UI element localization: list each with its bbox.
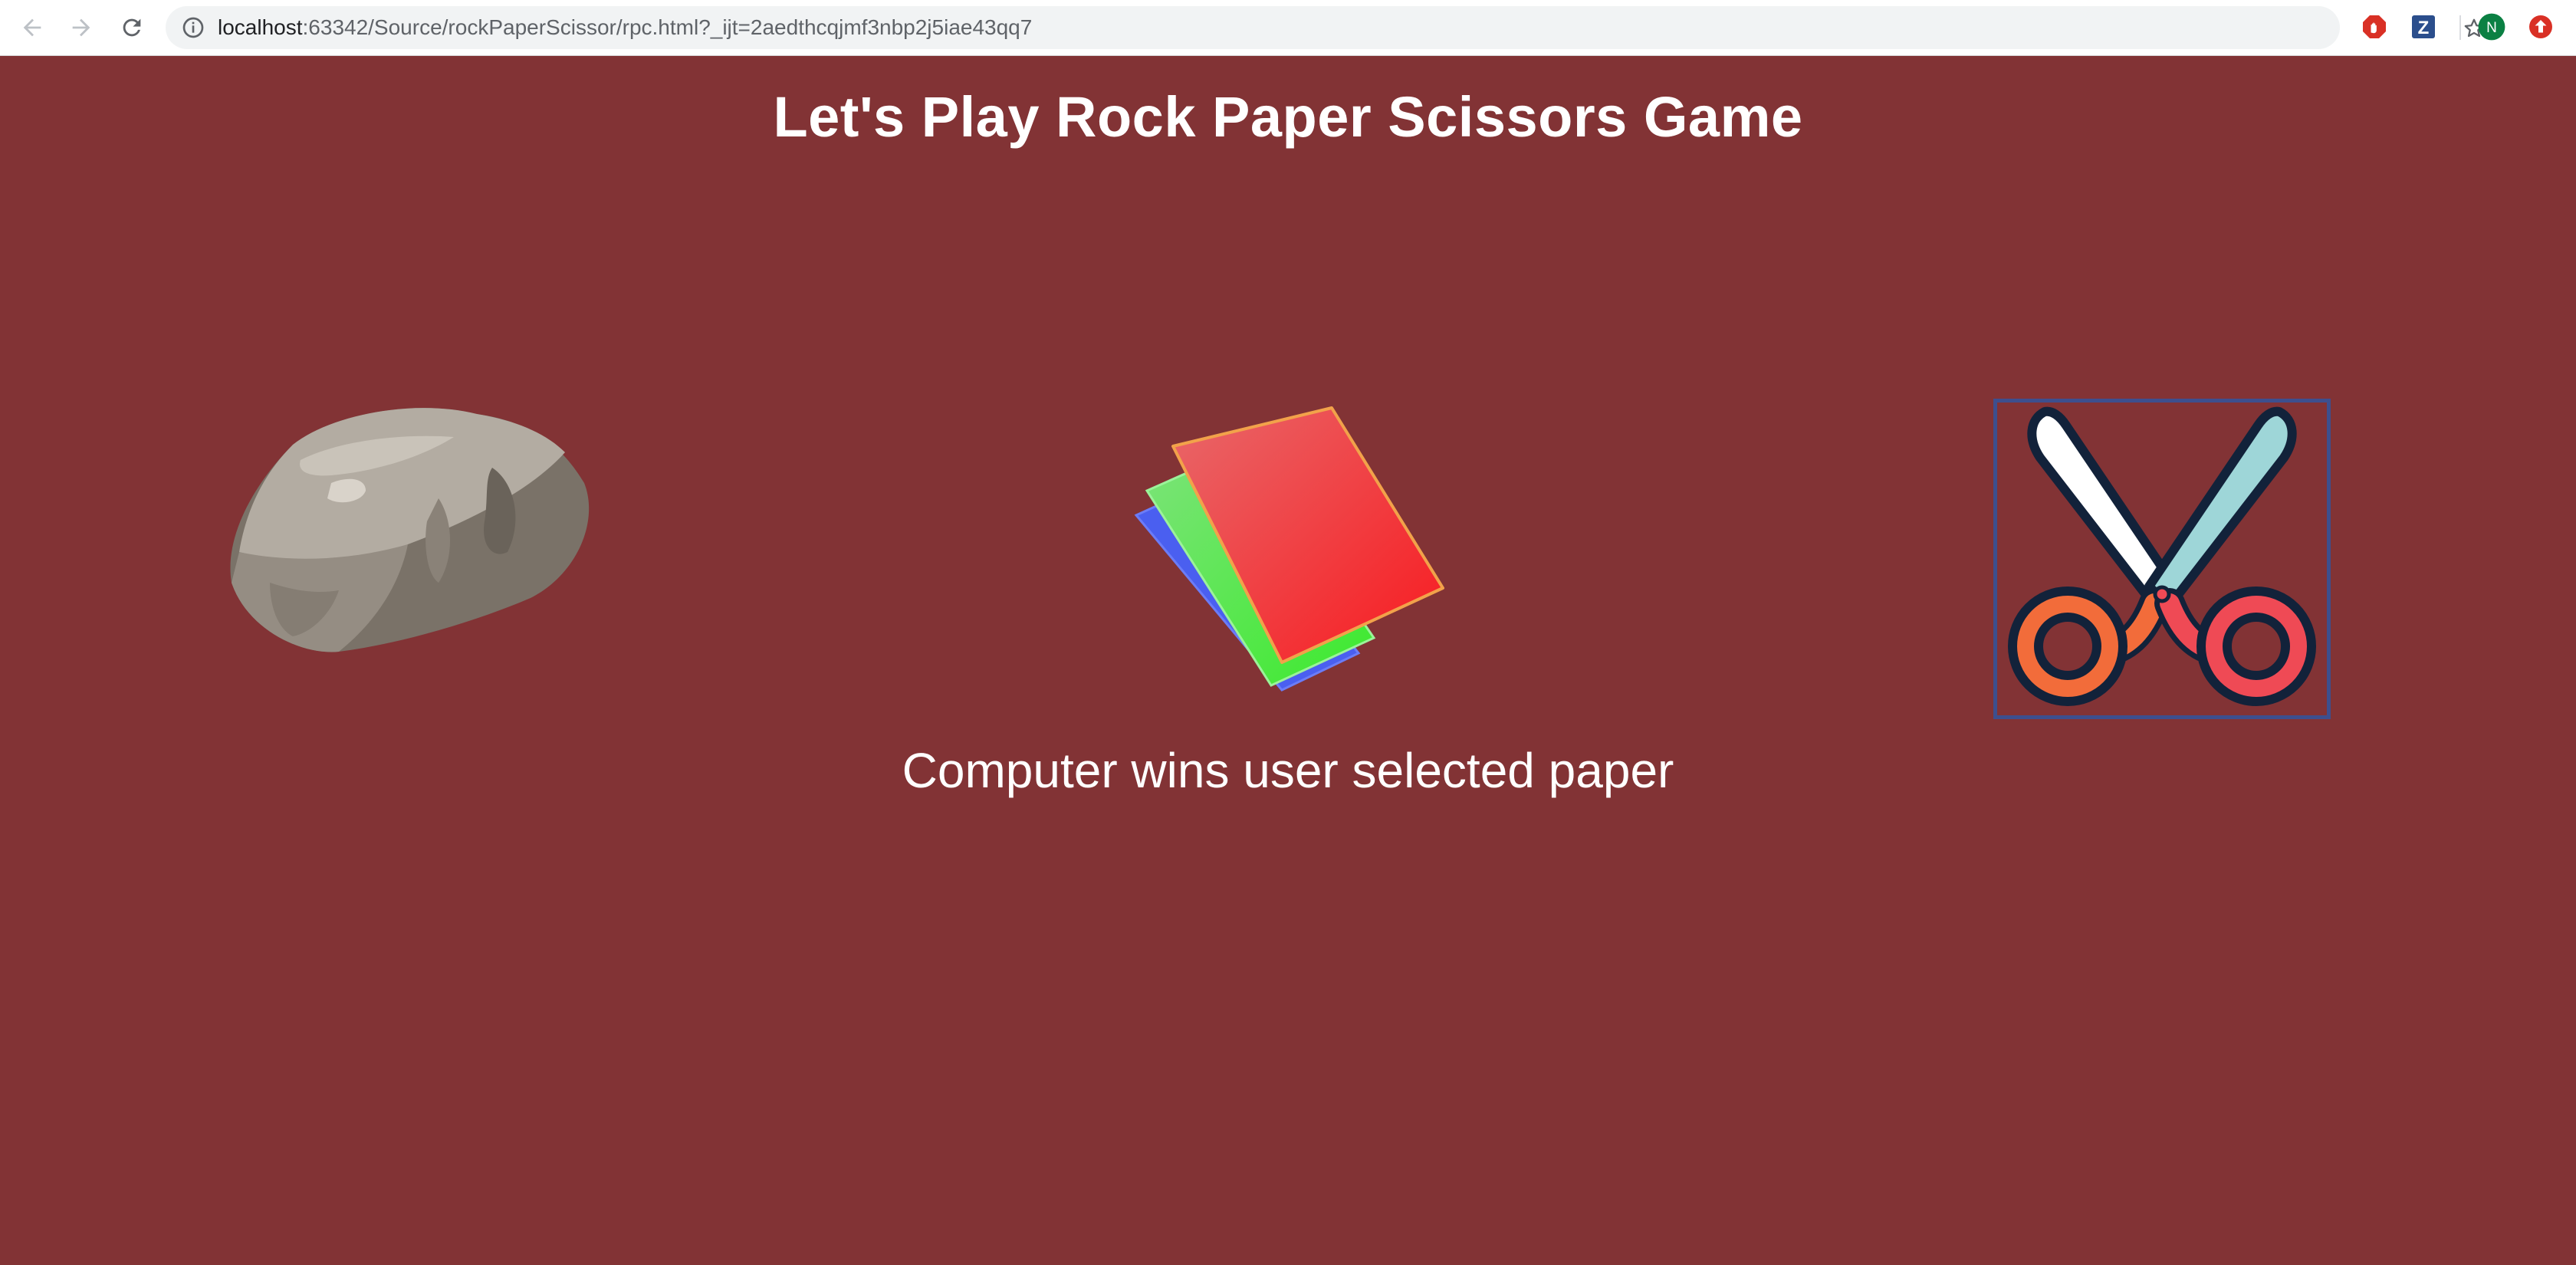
paper-icon — [1134, 406, 1444, 692]
arrow-up-icon — [2529, 15, 2552, 38]
zotero-icon: Z — [2412, 15, 2435, 38]
url-host: localhost — [218, 15, 303, 39]
reload-icon — [123, 18, 141, 37]
rock-icon — [230, 408, 590, 652]
scissors-choice[interactable] — [1993, 399, 2331, 719]
adblock-extension-icon[interactable] — [2360, 12, 2389, 41]
rock-choice[interactable] — [224, 399, 601, 656]
reload-button[interactable] — [113, 9, 150, 46]
forward-icon — [72, 18, 90, 37]
update-extension-icon[interactable] — [2526, 12, 2555, 41]
back-button[interactable] — [14, 9, 51, 46]
page-title: Let's Play Rock Paper Scissors Game — [773, 85, 1803, 149]
profile-avatar[interactable]: N — [2477, 12, 2506, 41]
browser-toolbar: localhost:63342/Source/rockPaperScissor/… — [0, 0, 2576, 56]
result-message: Computer wins user selected paper — [902, 743, 1674, 798]
avatar-icon: N — [2478, 13, 2505, 41]
info-icon[interactable] — [181, 15, 205, 40]
back-icon — [23, 18, 41, 37]
stop-hand-icon — [2363, 15, 2386, 38]
svg-text:Z: Z — [2418, 18, 2430, 38]
svg-text:N: N — [2486, 20, 2497, 36]
zotero-extension-icon[interactable]: Z — [2409, 12, 2438, 41]
toolbar-divider — [2459, 15, 2461, 40]
url-path: :63342/Source/rockPaperScissor/rpc.html?… — [302, 15, 1033, 39]
paper-choice[interactable] — [1129, 400, 1449, 693]
url-text[interactable]: localhost:63342/Source/rockPaperScissor/… — [218, 6, 1032, 49]
forward-button[interactable] — [63, 9, 100, 46]
scissors-icon — [2008, 406, 2316, 706]
address-bar[interactable]: localhost:63342/Source/rockPaperScissor/… — [166, 6, 2484, 49]
